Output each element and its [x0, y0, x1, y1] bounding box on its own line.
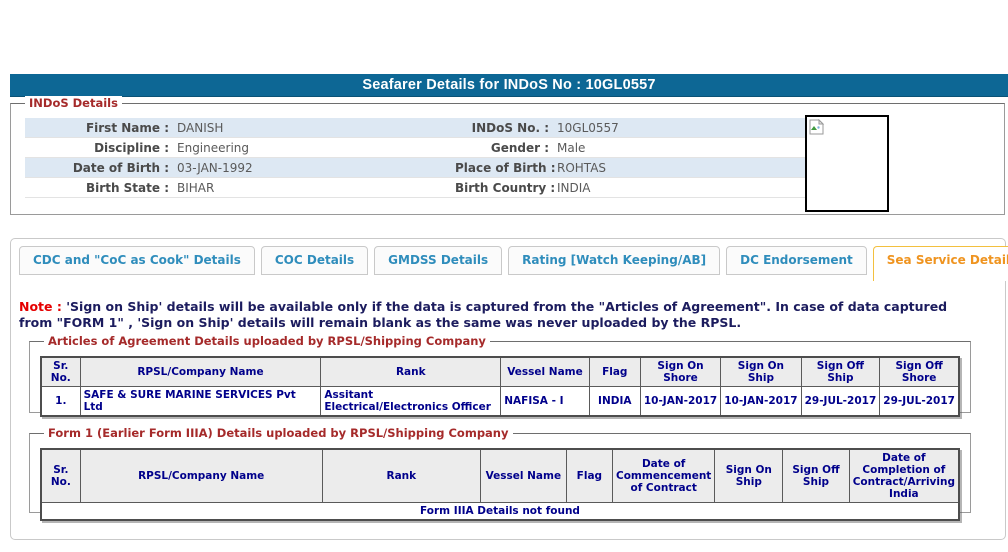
seafarer-details-page: Seafarer Details for INDoS No : 10GL0557…	[0, 0, 1008, 552]
birth-state-value: BIHAR	[175, 181, 455, 195]
tab-sea-service-details[interactable]: Sea Service Details	[873, 246, 1008, 281]
cell-sign-on-shore: 10-JAN-2017	[640, 387, 720, 417]
col-sign-on-ship: Sign On Ship	[721, 357, 801, 387]
seafarer-photo-placeholder	[805, 115, 889, 212]
broken-image-icon	[809, 119, 825, 135]
discipline-label: Discipline :	[25, 141, 175, 155]
tab-content-panel: CDC and "CoC as Cook" Details COC Detail…	[10, 238, 1006, 540]
cell-rpsl-company-name: SAFE & SURE MARINE SERVICES Pvt Ltd	[80, 387, 321, 417]
cell-vessel-name: NAFISA - I	[501, 387, 589, 417]
col-sign-on-ship: Sign On Ship	[715, 449, 783, 503]
tab-rating-watch-keeping-ab[interactable]: Rating [Watch Keeping/AB]	[508, 246, 720, 275]
cell-sign-off-ship: 29-JUL-2017	[801, 387, 880, 417]
col-sign-off-ship: Sign Off Ship	[783, 449, 849, 503]
note-text: 'Sign on Ship' details will be available…	[19, 299, 947, 330]
detail-row: Discipline : Engineering Gender : Male	[25, 138, 811, 158]
col-sr-no: Sr. No.	[41, 449, 80, 503]
cell-sign-on-ship: 10-JAN-2017	[721, 387, 801, 417]
form1-details-legend: Form 1 (Earlier Form IIIA) Details uploa…	[44, 426, 513, 440]
form-iiia-not-found-message: Form IIIA Details not found	[41, 503, 959, 521]
cell-sign-off-shore: 29-JUL-2017	[880, 387, 959, 417]
sign-on-ship-note: Note : 'Sign on Ship' details will be av…	[19, 299, 981, 330]
tab-dc-endorsement[interactable]: DC Endorsement	[726, 246, 867, 275]
col-rank: Rank	[321, 357, 501, 387]
col-vessel-name: Vessel Name	[480, 449, 566, 503]
birth-state-label: Birth State :	[25, 181, 175, 195]
table-header-row: Sr. No. RPSL/Company Name Rank Vessel Na…	[41, 357, 959, 387]
col-rank: Rank	[322, 449, 480, 503]
form1-details-table: Sr. No. RPSL/Company Name Rank Vessel Na…	[40, 448, 960, 521]
table-row: 1. SAFE & SURE MARINE SERVICES Pvt Ltd A…	[41, 387, 959, 417]
first-name-label: First Name :	[25, 121, 175, 135]
col-sign-off-ship: Sign Off Ship	[801, 357, 880, 387]
date-of-birth-value: 03-JAN-1992	[175, 161, 455, 175]
articles-of-agreement-legend: Articles of Agreement Details uploaded b…	[44, 334, 490, 348]
articles-of-agreement-table: Sr. No. RPSL/Company Name Rank Vessel Na…	[40, 356, 960, 417]
place-of-birth-value: ROHTAS	[555, 161, 811, 175]
indos-no-label: INDoS No. :	[455, 121, 555, 135]
indos-no-value: 10GL0557	[555, 121, 811, 135]
detail-row: Birth State : BIHAR Birth Country : INDI…	[25, 178, 811, 198]
discipline-value: Engineering	[175, 141, 455, 155]
cell-sr-no: 1.	[41, 387, 80, 417]
col-sign-off-shore: Sign Off Shore	[880, 357, 959, 387]
form1-details-section: Form 1 (Earlier Form IIIA) Details uploa…	[29, 433, 971, 513]
col-date-of-completion: Date of Completion of Contract/Arriving …	[849, 449, 959, 503]
articles-of-agreement-section: Articles of Agreement Details uploaded b…	[29, 341, 971, 413]
col-flag: Flag	[566, 449, 612, 503]
col-date-of-commencement: Date of Commencement of Contract	[613, 449, 715, 503]
table-empty-row: Form IIIA Details not found	[41, 503, 959, 521]
date-of-birth-label: Date of Birth :	[25, 161, 175, 175]
col-flag: Flag	[589, 357, 640, 387]
col-sr-no: Sr. No.	[41, 357, 80, 387]
cell-rank: Assitant Electrical/Electronics Officer	[321, 387, 501, 417]
place-of-birth-label: Place of Birth :	[455, 161, 555, 175]
table-header-row: Sr. No. RPSL/Company Name Rank Vessel Na…	[41, 449, 959, 503]
tab-gmdss-details[interactable]: GMDSS Details	[374, 246, 502, 275]
tab-coc-details[interactable]: COC Details	[261, 246, 368, 275]
birth-country-value: INDIA	[555, 181, 811, 195]
tab-strip: CDC and "CoC as Cook" Details COC Detail…	[19, 246, 1008, 281]
note-prefix: Note :	[19, 299, 62, 314]
cell-flag: INDIA	[589, 387, 640, 417]
first-name-value: DANISH	[175, 121, 455, 135]
detail-row: First Name : DANISH INDoS No. : 10GL0557	[25, 118, 811, 138]
gender-value: Male	[555, 141, 811, 155]
birth-country-label: Birth Country :	[455, 181, 555, 195]
indos-details-legend: INDoS Details	[25, 96, 122, 110]
col-sign-on-shore: Sign On Shore	[640, 357, 720, 387]
col-rpsl-company-name: RPSL/Company Name	[80, 357, 321, 387]
gender-label: Gender :	[455, 141, 555, 155]
col-vessel-name: Vessel Name	[501, 357, 589, 387]
indos-details-rows: First Name : DANISH INDoS No. : 10GL0557…	[25, 118, 811, 198]
detail-row: Date of Birth : 03-JAN-1992 Place of Bir…	[25, 158, 811, 178]
col-rpsl-company-name: RPSL/Company Name	[80, 449, 322, 503]
page-title: Seafarer Details for INDoS No : 10GL0557	[10, 74, 1008, 97]
tab-cdc-coc-as-cook-details[interactable]: CDC and "CoC as Cook" Details	[19, 246, 255, 275]
